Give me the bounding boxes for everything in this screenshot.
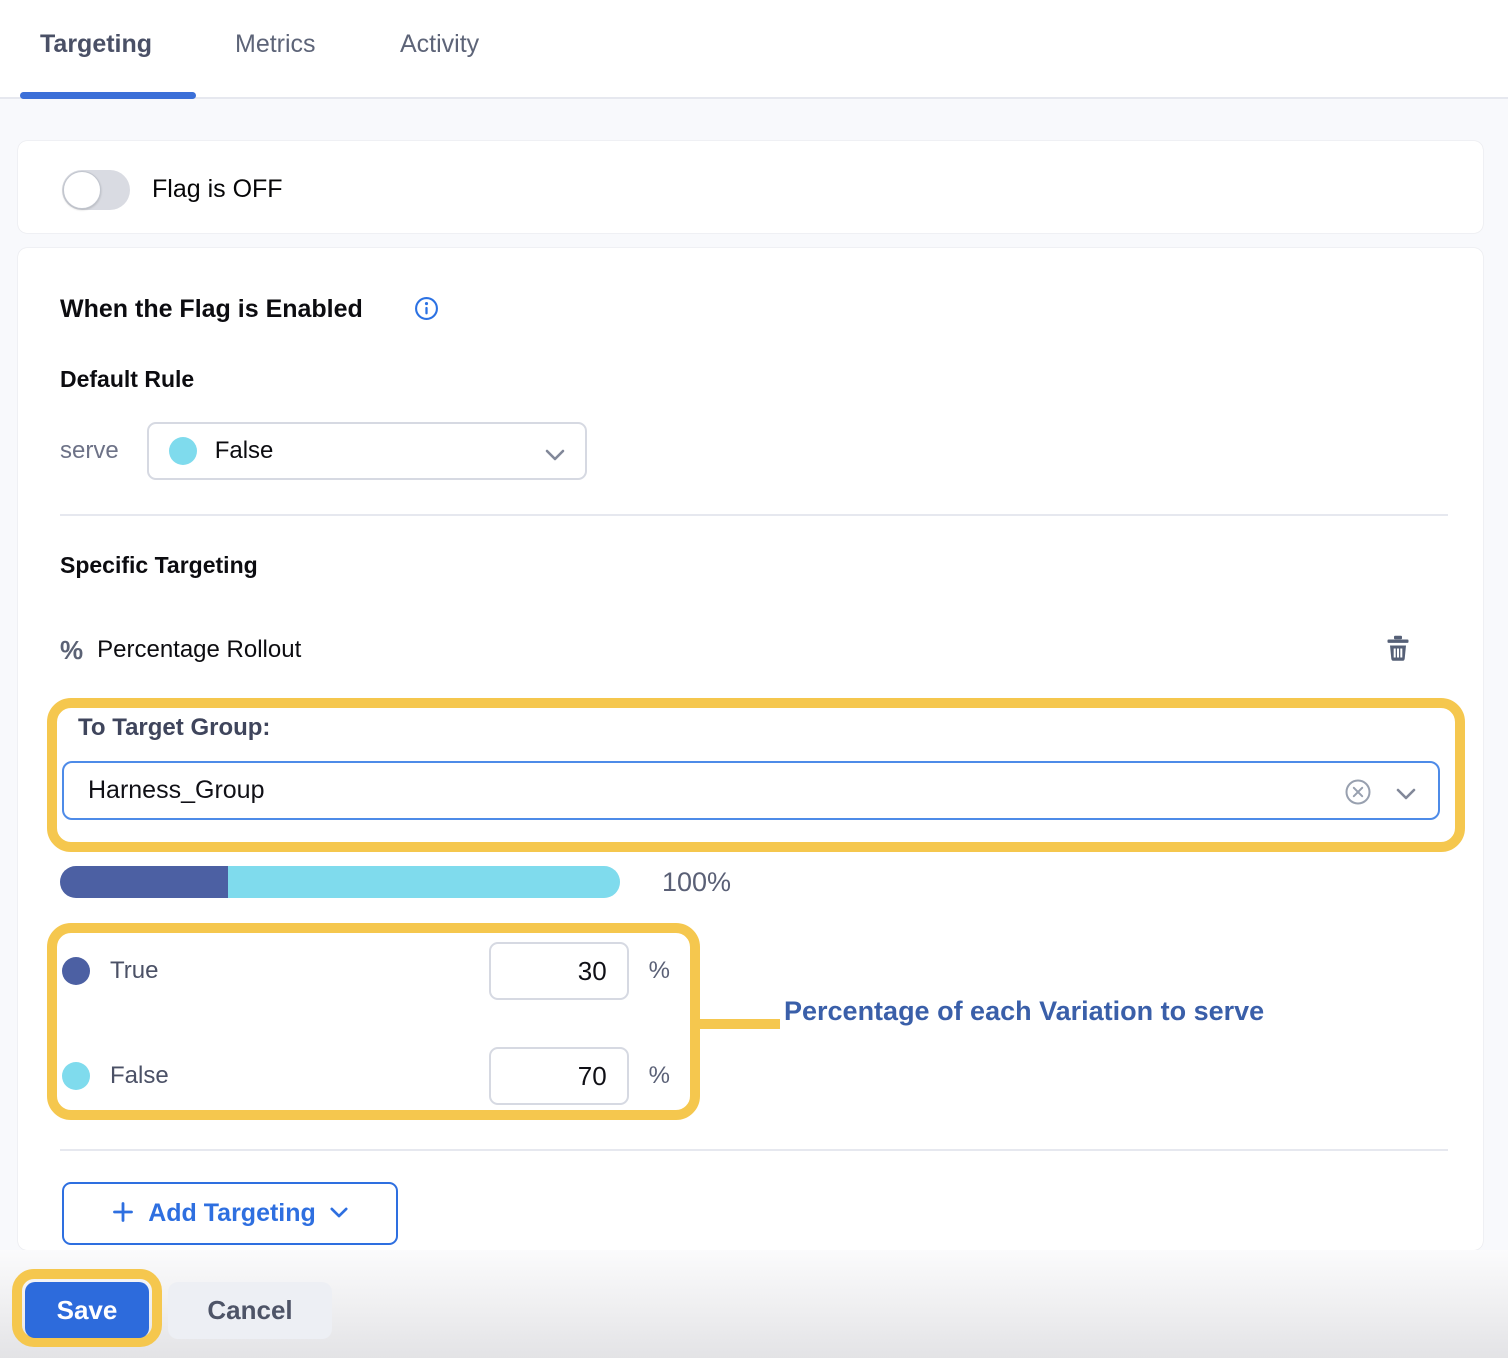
cancel-button[interactable]: Cancel (168, 1282, 332, 1339)
chevron-down-icon (545, 448, 565, 466)
toggle-knob (63, 171, 101, 209)
bar-segment-false (228, 866, 620, 898)
variation-row-false: False % (62, 1047, 670, 1105)
flag-status-card: Flag is OFF (18, 141, 1483, 233)
tab-activity[interactable]: Activity (400, 30, 479, 59)
flag-targeting-page: Targeting Metrics Activity Flag is OFF W… (0, 0, 1508, 1358)
rollout-rule-title: Percentage Rollout (97, 636, 301, 664)
percentage-rollout-rule: % Percentage Rollout (60, 633, 301, 667)
target-group-label: To Target Group: (78, 714, 270, 742)
variation-false-label: False (110, 1062, 169, 1090)
percentage-icon: % (60, 635, 83, 666)
tab-targeting[interactable]: Targeting (40, 30, 152, 59)
selected-variation-label: False (215, 437, 274, 465)
section-divider (60, 1149, 1448, 1151)
info-icon[interactable] (414, 296, 439, 321)
percent-suffix: % (649, 1062, 670, 1090)
tab-bar: Targeting Metrics Activity (0, 0, 1508, 99)
active-tab-underline (20, 92, 196, 99)
add-targeting-button[interactable]: Add Targeting (62, 1182, 398, 1245)
variation-row-true: True % (62, 942, 670, 1000)
flag-toggle[interactable] (62, 170, 130, 210)
default-rule-heading: Default Rule (60, 366, 194, 393)
target-group-combobox[interactable]: Harness_Group (62, 761, 1440, 820)
action-footer: Save Cancel (0, 1250, 1508, 1358)
clear-selection-icon[interactable] (1344, 778, 1372, 806)
annotation-connector-line (700, 1019, 780, 1029)
add-targeting-label: Add Targeting (148, 1199, 316, 1228)
variation-true-percent-input[interactable] (489, 942, 629, 1000)
annotation-text: Percentage of each Variation to serve (784, 996, 1264, 1027)
tab-targeting-label: Targeting (40, 30, 152, 58)
section-divider (60, 514, 1448, 516)
default-rule-row: serve False (60, 422, 587, 480)
tab-activity-label: Activity (400, 30, 479, 58)
delete-rule-trash-icon[interactable] (1383, 632, 1413, 664)
save-button[interactable]: Save (25, 1282, 149, 1338)
targeting-editor-card: When the Flag is Enabled Default Rule se… (18, 248, 1483, 1250)
percent-suffix: % (649, 957, 670, 985)
variation-color-dot (169, 437, 197, 465)
variation-true-dot (62, 957, 90, 985)
section-title: When the Flag is Enabled (60, 295, 363, 324)
plus-icon (112, 1201, 134, 1226)
chevron-down-icon[interactable] (1396, 787, 1416, 805)
default-variation-select[interactable]: False (147, 422, 587, 480)
variation-true-label: True (110, 957, 158, 985)
tab-metrics[interactable]: Metrics (235, 30, 316, 59)
specific-targeting-heading: Specific Targeting (60, 552, 258, 579)
variation-false-dot (62, 1062, 90, 1090)
rollout-total-label: 100% (662, 866, 731, 898)
bar-segment-true (60, 866, 228, 898)
rollout-distribution-bar (60, 866, 620, 898)
variation-false-percent-input[interactable] (489, 1047, 629, 1105)
serve-label: serve (60, 437, 119, 465)
target-group-value: Harness_Group (88, 776, 264, 805)
flag-status-label: Flag is OFF (152, 175, 283, 204)
tab-metrics-label: Metrics (235, 30, 316, 58)
chevron-down-icon (330, 1206, 348, 1221)
